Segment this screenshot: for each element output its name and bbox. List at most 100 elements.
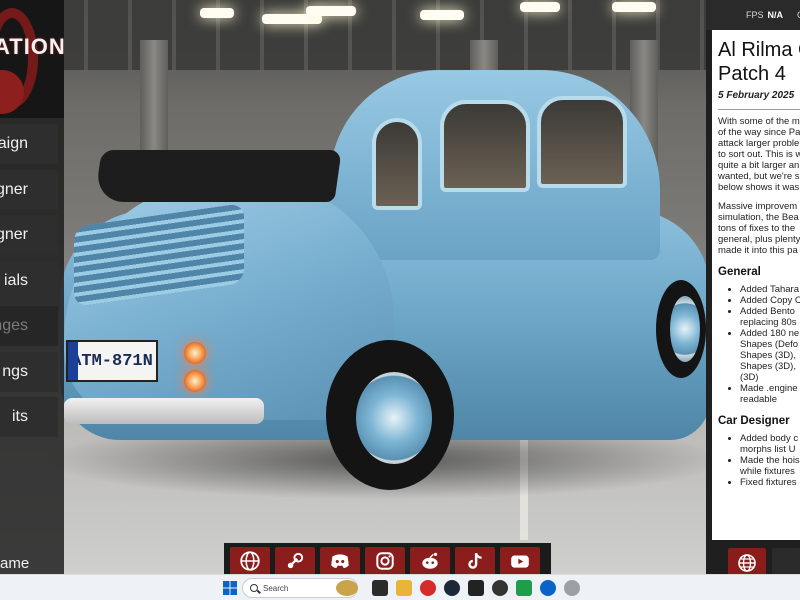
list-item-text: (3D)	[740, 372, 759, 383]
social-button-reddit[interactable]	[410, 547, 450, 574]
social-button-website[interactable]	[230, 547, 270, 574]
news-widget-icon[interactable]	[336, 580, 358, 596]
browser-icon[interactable]	[540, 580, 556, 596]
ceiling-light	[420, 10, 464, 20]
terminal-icon[interactable]	[468, 580, 484, 596]
list-item-text: readable	[740, 394, 777, 405]
list-item-text: Made the hois	[740, 455, 800, 466]
file-explorer-icon[interactable]	[396, 580, 412, 596]
patch-notes-intro-2: Massive improvem simulation, the Bea ton…	[718, 201, 800, 256]
intro-line: wanted, but we're s	[718, 171, 800, 182]
list-item-text: Added body c	[740, 433, 799, 444]
wheel-hub	[670, 296, 700, 362]
list-item: Added Tahara	[740, 284, 800, 295]
menu-item-campaign[interactable]: aign	[0, 124, 58, 164]
intro-line: simulation, the Bea	[718, 212, 799, 223]
social-links-bar	[224, 543, 551, 574]
car-bumper	[64, 398, 264, 424]
list-item-text: morphs list U	[740, 444, 796, 455]
tiktok-icon	[468, 552, 482, 569]
license-plate: ATM-871N	[66, 340, 158, 382]
ceiling-light	[306, 6, 356, 16]
menu-item-label: nges	[0, 317, 28, 334]
ceiling-light	[200, 8, 234, 18]
social-button-instagram[interactable]	[365, 547, 405, 574]
car-designer-change-list: Added body cmorphs list U Made the hoisw…	[718, 433, 800, 488]
list-item: Fixed fixtures	[740, 477, 800, 488]
car-window	[372, 118, 422, 210]
main-menu-panel: ATION aign igner esigner ials nges ngs i…	[0, 0, 64, 574]
tail-light	[184, 342, 206, 364]
list-item-text: Shapes (3D),	[740, 350, 796, 361]
list-item-text: Shapes (Defo	[740, 339, 799, 350]
patch-notes-intro: With some of the m of the way since Pa a…	[718, 116, 800, 193]
intro-line: of the way since Pa	[718, 127, 800, 138]
list-item: Added body cmorphs list U	[740, 433, 800, 455]
social-button-discord[interactable]	[320, 547, 360, 574]
car-wheel	[656, 280, 706, 378]
ceiling-light	[520, 2, 560, 12]
list-item-text: replacing 80s	[740, 317, 797, 328]
website-button[interactable]	[728, 548, 766, 574]
menu-item-car-designer[interactable]: esigner	[0, 215, 58, 255]
tail-light	[184, 370, 206, 392]
patch-notes-footer	[706, 540, 800, 574]
fps-value: N/A	[767, 10, 784, 20]
intro-line: to sort out. This is w	[718, 149, 800, 160]
general-change-list: Added Tahara Added Copy C Added Bentorep…	[718, 284, 800, 405]
menu-item-home[interactable]: ame	[0, 555, 64, 574]
menu-item-label: ame	[0, 555, 30, 572]
fps-counter: FPS N/A G	[706, 0, 800, 30]
intro-line: attack larger proble	[718, 138, 800, 149]
patch-notes-title: Al Rilma C Patch 4	[718, 38, 800, 86]
steam-taskbar-icon[interactable]	[444, 580, 460, 596]
menu-item-tutorials[interactable]: ials	[0, 261, 58, 301]
patch-notes-date: 5 February 2025	[718, 90, 795, 101]
instagram-icon	[376, 551, 394, 570]
ceiling-light	[612, 2, 656, 12]
menu-item-settings[interactable]: ngs	[0, 352, 58, 392]
youtube-icon	[511, 555, 529, 568]
social-button-youtube[interactable]	[500, 547, 540, 574]
list-item-text: Added Copy C	[740, 295, 800, 306]
menu-item-label: ials	[3, 272, 28, 289]
intro-line: With some of the m	[718, 116, 800, 127]
intro-line: quite a bit larger an	[718, 160, 800, 171]
list-item-text: Fixed fixtures	[740, 477, 797, 488]
car-spoiler	[94, 150, 342, 202]
patch-notes-title-line1: Al Rilma C	[718, 39, 800, 61]
list-item-text: Added Tahara	[740, 284, 799, 295]
intro-line: Massive improvem	[718, 201, 798, 212]
list-item-text: Made .engine	[740, 383, 798, 394]
car-window	[440, 100, 530, 192]
list-item-text: Added 180 ne	[740, 328, 800, 339]
footer-button[interactable]	[772, 548, 800, 574]
social-button-tiktok[interactable]	[455, 547, 495, 574]
discord-icon	[331, 553, 349, 568]
globe-icon	[240, 550, 260, 571]
app-icon[interactable]	[492, 580, 508, 596]
intro-line: tons of fixes to the	[718, 223, 796, 234]
search-icon	[250, 584, 258, 592]
opera-icon[interactable]	[420, 580, 436, 596]
menu-item-label: aign	[0, 135, 28, 152]
social-button-steam[interactable]	[275, 547, 315, 574]
os-taskbar: Search	[0, 574, 800, 600]
list-item-text: Shapes (3D),	[740, 361, 796, 372]
menu-item-challenges[interactable]: nges	[0, 306, 58, 346]
taskbar-search-placeholder: Search	[263, 583, 289, 593]
list-item-text: Added Bento	[740, 306, 795, 317]
garage-ceiling	[0, 0, 800, 70]
windows-start-icon[interactable]	[222, 580, 238, 596]
intro-line: made it into this pa	[718, 245, 798, 256]
task-view-icon[interactable]	[372, 580, 388, 596]
settings-icon[interactable]	[564, 580, 580, 596]
menu-item-label: esigner	[0, 226, 28, 243]
list-item: Made .enginereadable	[740, 383, 800, 405]
divider	[718, 109, 800, 110]
menu-item-exit[interactable]: its	[0, 397, 58, 437]
intro-line: general, plus plenty	[718, 234, 800, 245]
menu-item-engine-designer[interactable]: igner	[0, 170, 58, 210]
spreadsheet-icon[interactable]	[516, 580, 532, 596]
patch-notes-content[interactable]: Al Rilma C Patch 4 5 February 2025 With …	[712, 30, 800, 574]
